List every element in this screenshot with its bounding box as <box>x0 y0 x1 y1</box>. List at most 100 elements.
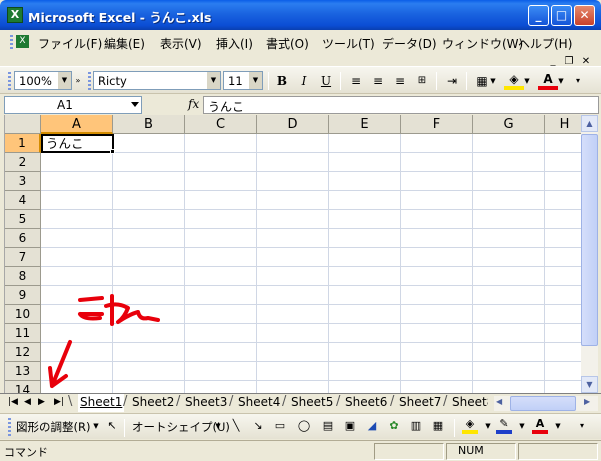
row-header-1[interactable]: 1 <box>5 134 41 153</box>
menu-file[interactable]: ファイル(F) <box>38 35 102 52</box>
tab-sheet6[interactable]: Sheet6 <box>343 394 389 412</box>
chevron-down-icon[interactable] <box>131 102 139 107</box>
maximize-button[interactable]: □ <box>551 5 572 26</box>
clipart-icon[interactable]: ✿ <box>386 418 402 434</box>
chevron-down-icon[interactable]: ▼ <box>210 418 226 434</box>
picture-icon[interactable]: ▥ <box>408 418 424 434</box>
tab-sheet2[interactable]: Sheet2 <box>130 394 176 412</box>
toolbar-options-icon[interactable]: » <box>72 72 84 90</box>
minimize-button[interactable]: _ <box>528 5 549 26</box>
row-header-14[interactable]: 14 <box>5 381 41 393</box>
fill-color-icon[interactable]: ◈ <box>462 418 478 434</box>
font-color-icon[interactable]: A <box>538 72 558 90</box>
row-header-10[interactable]: 10 <box>5 305 41 324</box>
insert-function-icon[interactable]: fx <box>188 97 199 111</box>
menubar-grip[interactable] <box>10 35 13 51</box>
font-name-combo[interactable]: Ricty ▼ <box>93 71 221 90</box>
row-header-11[interactable]: 11 <box>5 324 41 343</box>
first-sheet-icon[interactable]: |◀ <box>8 397 18 407</box>
menu-window[interactable]: ウィンドウ(W) <box>442 35 523 52</box>
column-header-f[interactable]: F <box>401 115 473 134</box>
column-header-c[interactable]: C <box>185 115 257 134</box>
draw-menu[interactable]: 図形の調整(R) <box>16 419 90 435</box>
tab-sheet4[interactable]: Sheet4 <box>236 394 282 412</box>
document-icon[interactable]: X <box>16 35 29 48</box>
row-header-8[interactable]: 8 <box>5 267 41 286</box>
merge-center-icon[interactable]: ⊞ <box>412 72 432 90</box>
column-header-a[interactable]: A <box>41 115 113 134</box>
menu-data[interactable]: データ(D) <box>382 35 437 52</box>
menu-insert[interactable]: 挿入(I) <box>216 35 253 52</box>
vertical-scroll-thumb[interactable] <box>581 134 598 346</box>
column-header-d[interactable]: D <box>257 115 329 134</box>
align-left-icon[interactable]: ≡ <box>346 72 366 90</box>
line-icon[interactable]: ╲ <box>228 418 244 434</box>
arrow-icon[interactable]: ↘ <box>250 418 266 434</box>
toolbar-options-icon[interactable]: ▾ <box>574 418 590 434</box>
scroll-left-icon[interactable]: ◀ <box>496 397 502 406</box>
excel-app-icon[interactable]: X <box>7 7 23 23</box>
chevron-down-icon[interactable]: ▼ <box>550 418 566 434</box>
tab-sheet5[interactable]: Sheet5 <box>289 394 335 412</box>
tab-sheet7[interactable]: Sheet7 <box>397 394 443 412</box>
vertical-scrollbar[interactable]: ▲ ▼ <box>581 115 598 393</box>
row-header-3[interactable]: 3 <box>5 172 41 191</box>
chevron-down-icon[interactable]: ▼ <box>88 418 104 434</box>
row-header-4[interactable]: 4 <box>5 191 41 210</box>
line-color-icon[interactable]: ✎ <box>496 418 512 434</box>
next-sheet-icon[interactable]: ▶ <box>38 397 45 407</box>
zoom-combo[interactable]: 100% ▼ <box>14 71 72 90</box>
tab-sheet1[interactable]: Sheet1 <box>78 394 125 412</box>
row-header-13[interactable]: 13 <box>5 362 41 381</box>
close-button[interactable]: ✕ <box>574 5 595 26</box>
row-header-2[interactable]: 2 <box>5 153 41 172</box>
font-size-combo[interactable]: 11 ▼ <box>223 71 263 90</box>
menu-format[interactable]: 書式(O) <box>266 35 309 52</box>
scroll-right-icon[interactable]: ▶ <box>584 397 590 406</box>
bold-button[interactable]: B <box>272 72 292 90</box>
wordart-icon[interactable]: ▣ <box>342 418 358 434</box>
formula-input[interactable]: うんこ <box>203 96 599 114</box>
tab-sheet3[interactable]: Sheet3 <box>183 394 229 412</box>
chevron-down-icon[interactable]: ▼ <box>480 418 496 434</box>
chevron-down-icon[interactable]: ▼ <box>58 72 71 89</box>
chevron-down-icon[interactable]: ▼ <box>522 72 532 90</box>
tab-sheet8[interactable]: Sheet8 <box>450 394 488 412</box>
align-center-icon[interactable]: ≡ <box>368 72 388 90</box>
underline-button[interactable]: U <box>316 72 336 90</box>
rectangle-icon[interactable]: ▭ <box>272 418 288 434</box>
column-header-h[interactable]: H <box>545 115 581 134</box>
toolbar-grip[interactable] <box>8 72 11 90</box>
horizontal-scroll-thumb[interactable] <box>510 396 576 411</box>
indent-icon[interactable]: ⇥ <box>442 72 462 90</box>
oval-icon[interactable]: ◯ <box>296 418 312 434</box>
menu-view[interactable]: 表示(V) <box>160 35 202 52</box>
select-all-corner[interactable] <box>5 115 41 134</box>
menu-tools[interactable]: ツール(T) <box>322 35 375 52</box>
fill-color-icon[interactable]: ◈ <box>504 72 524 90</box>
menu-edit[interactable]: 編集(E) <box>104 35 145 52</box>
worksheet-grid[interactable]: ABCDEFGH 1 2 3 4 5 6 7 8 9 10 11 12 13 14 うんこ <box>4 115 581 393</box>
row-header-7[interactable]: 7 <box>5 248 41 267</box>
prev-sheet-icon[interactable]: ◀ <box>24 397 31 407</box>
select-objects-icon[interactable]: ↖ <box>104 418 120 434</box>
chevron-down-icon[interactable]: ▼ <box>207 72 220 89</box>
row-header-12[interactable]: 12 <box>5 343 41 362</box>
textbox-icon[interactable]: ▤ <box>320 418 336 434</box>
align-right-icon[interactable]: ≡ <box>390 72 410 90</box>
row-header-5[interactable]: 5 <box>5 210 41 229</box>
last-sheet-icon[interactable]: ▶| <box>54 397 64 407</box>
chevron-down-icon[interactable]: ▼ <box>514 418 530 434</box>
column-header-b[interactable]: B <box>113 115 185 134</box>
row-header-9[interactable]: 9 <box>5 286 41 305</box>
menu-help[interactable]: ヘルプ(H) <box>518 35 572 52</box>
fill-handle[interactable] <box>110 149 115 154</box>
horizontal-scrollbar[interactable]: ◀ ▶ <box>494 396 598 411</box>
cell-a1[interactable]: うんこ <box>41 134 114 153</box>
picture-file-icon[interactable]: ▦ <box>430 418 446 434</box>
row-header-6[interactable]: 6 <box>5 229 41 248</box>
toolbar-grip-2[interactable] <box>88 72 91 90</box>
column-header-g[interactable]: G <box>473 115 545 134</box>
toolbar-options-icon[interactable]: ▾ <box>572 72 584 90</box>
italic-button[interactable]: I <box>294 72 314 90</box>
